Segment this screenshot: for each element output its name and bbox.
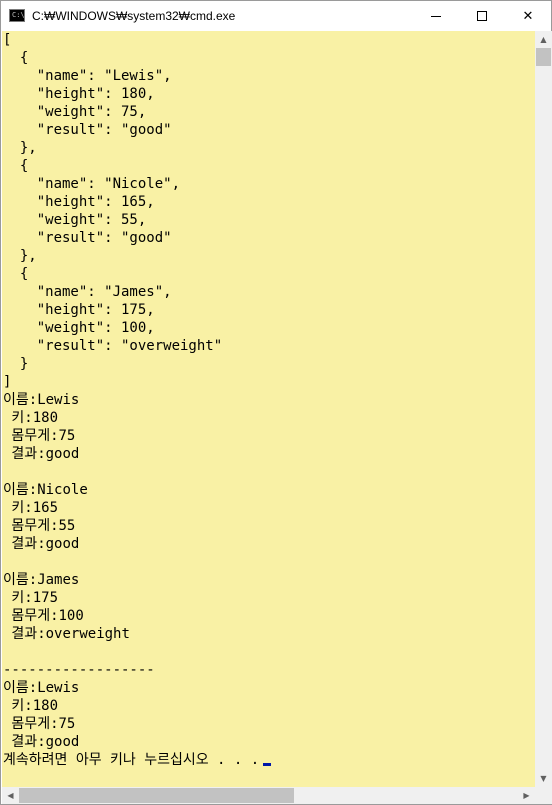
console-line: 키:175 — [3, 590, 59, 606]
console-line: ] — [3, 374, 12, 390]
console-line: "result": "overweight" — [3, 338, 223, 354]
console-line: 결과:overweight — [3, 626, 130, 642]
console-line: { — [3, 50, 29, 66]
console-line: 결과:good — [3, 446, 80, 462]
console-line: 몸무게:75 — [3, 716, 76, 732]
console-line: 키:180 — [3, 410, 59, 426]
text-cursor — [263, 763, 272, 766]
close-icon: ✕ — [522, 8, 534, 24]
console-line: 키:180 — [3, 698, 59, 714]
horizontal-scrollbar[interactable]: ◀ ▶ — [2, 787, 535, 804]
console-line: 이름:Lewis — [3, 680, 80, 696]
console-line: 결과:good — [3, 536, 80, 552]
console-line: 몸무게:55 — [3, 518, 76, 534]
cmd-icon-glyph: C:\ — [12, 11, 25, 19]
pause-prompt: 계속하려면 아무 키나 누르십시오 . . . — [3, 752, 260, 768]
console-line: }, — [3, 140, 37, 156]
console-line: "result": "good" — [3, 230, 172, 246]
console-line: "height": 165, — [3, 194, 155, 210]
maximize-icon — [477, 11, 487, 21]
scroll-up-icon[interactable]: ▲ — [535, 31, 552, 48]
console-line: "name": "Lewis", — [3, 68, 172, 84]
minimize-icon — [431, 15, 441, 17]
console-line: 이름:Nicole — [3, 482, 88, 498]
horizontal-scroll-thumb[interactable] — [19, 788, 294, 803]
console-output[interactable]: [ { "name": "Lewis", "height": 180, "wei… — [2, 31, 535, 787]
console-lines: [ { "name": "Lewis", "height": 180, "wei… — [3, 31, 272, 769]
console-line: "result": "good" — [3, 122, 172, 138]
console-prompt-line: 계속하려면 아무 키나 누르십시오 . . . — [3, 751, 272, 769]
console-line: "height": 175, — [3, 302, 155, 318]
console-line: { — [3, 158, 29, 174]
cmd-icon[interactable]: C:\ — [9, 9, 25, 22]
console-line: 몸무게:75 — [3, 428, 76, 444]
scrollbar-corner — [535, 787, 552, 804]
scroll-left-icon[interactable]: ◀ — [2, 787, 19, 804]
title-bar[interactable]: C:\ C:₩WINDOWS₩system32₩cmd.exe ✕ — [1, 1, 551, 31]
console-line: 몸무게:100 — [3, 608, 84, 624]
console-line: }, — [3, 248, 37, 264]
console-line: "name": "James", — [3, 284, 172, 300]
scroll-down-icon[interactable]: ▼ — [535, 770, 552, 787]
vertical-scrollbar[interactable]: ▲ ▼ — [535, 31, 552, 787]
minimize-button[interactable] — [413, 1, 459, 31]
vertical-scroll-thumb[interactable] — [536, 48, 551, 66]
maximize-button[interactable] — [459, 1, 505, 31]
console-line: "name": "Nicole", — [3, 176, 181, 192]
scroll-right-icon[interactable]: ▶ — [518, 787, 535, 804]
console-line: 결과:good — [3, 734, 80, 750]
console-line: ------------------ — [3, 662, 155, 678]
console-line: "weight": 75, — [3, 104, 147, 120]
console-line: "height": 180, — [3, 86, 155, 102]
close-button[interactable]: ✕ — [505, 1, 551, 31]
console-line: 이름:Lewis — [3, 392, 80, 408]
window-title: C:₩WINDOWS₩system32₩cmd.exe — [32, 9, 236, 23]
console-line: [ — [3, 32, 12, 48]
console-window: C:\ C:₩WINDOWS₩system32₩cmd.exe ✕ [ { "n… — [0, 0, 552, 805]
console-line: } — [3, 356, 29, 372]
console-line: 키:165 — [3, 500, 59, 516]
console-line: { — [3, 266, 29, 282]
console-line: "weight": 100, — [3, 320, 155, 336]
console-line: "weight": 55, — [3, 212, 147, 228]
console-line: 이름:James — [3, 572, 80, 588]
